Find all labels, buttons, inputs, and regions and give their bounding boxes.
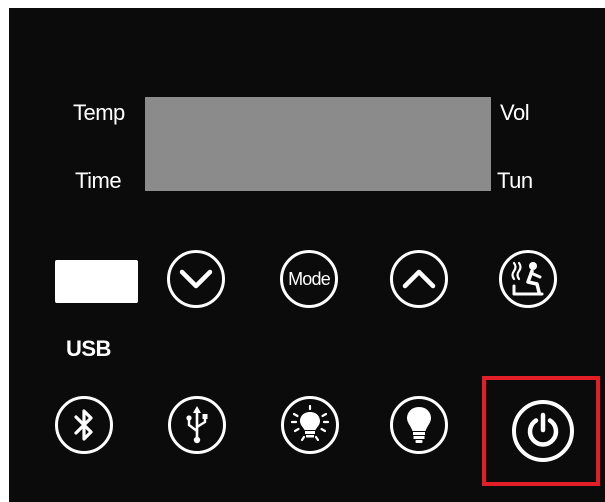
time-label: Time (75, 168, 122, 193)
mode-button[interactable]: Mode (280, 250, 338, 308)
tun-label: Tun (497, 168, 533, 193)
down-button[interactable] (167, 250, 225, 308)
vol-label: Vol (500, 100, 530, 125)
light-bulb-icon (407, 407, 431, 443)
chevron-up-icon (402, 269, 436, 289)
ambient-light-button[interactable] (281, 396, 339, 454)
usb-label: USB (66, 336, 111, 361)
light-button[interactable] (390, 396, 448, 454)
power-button-highlight (482, 376, 600, 486)
lcd-display (145, 97, 491, 191)
up-button[interactable] (390, 250, 448, 308)
bluetooth-button[interactable] (55, 396, 113, 454)
bluetooth-icon (74, 409, 93, 441)
temp-label: Temp (73, 100, 125, 125)
mode-button-label: Mode (288, 268, 331, 289)
sauna-person-icon (511, 261, 544, 296)
sauna-button[interactable] (499, 250, 557, 308)
usb-port (55, 260, 138, 303)
usb-button[interactable] (168, 396, 226, 454)
light-bulb-rays-icon (290, 404, 330, 442)
chevron-down-icon (179, 269, 213, 289)
usb-icon (186, 406, 208, 444)
